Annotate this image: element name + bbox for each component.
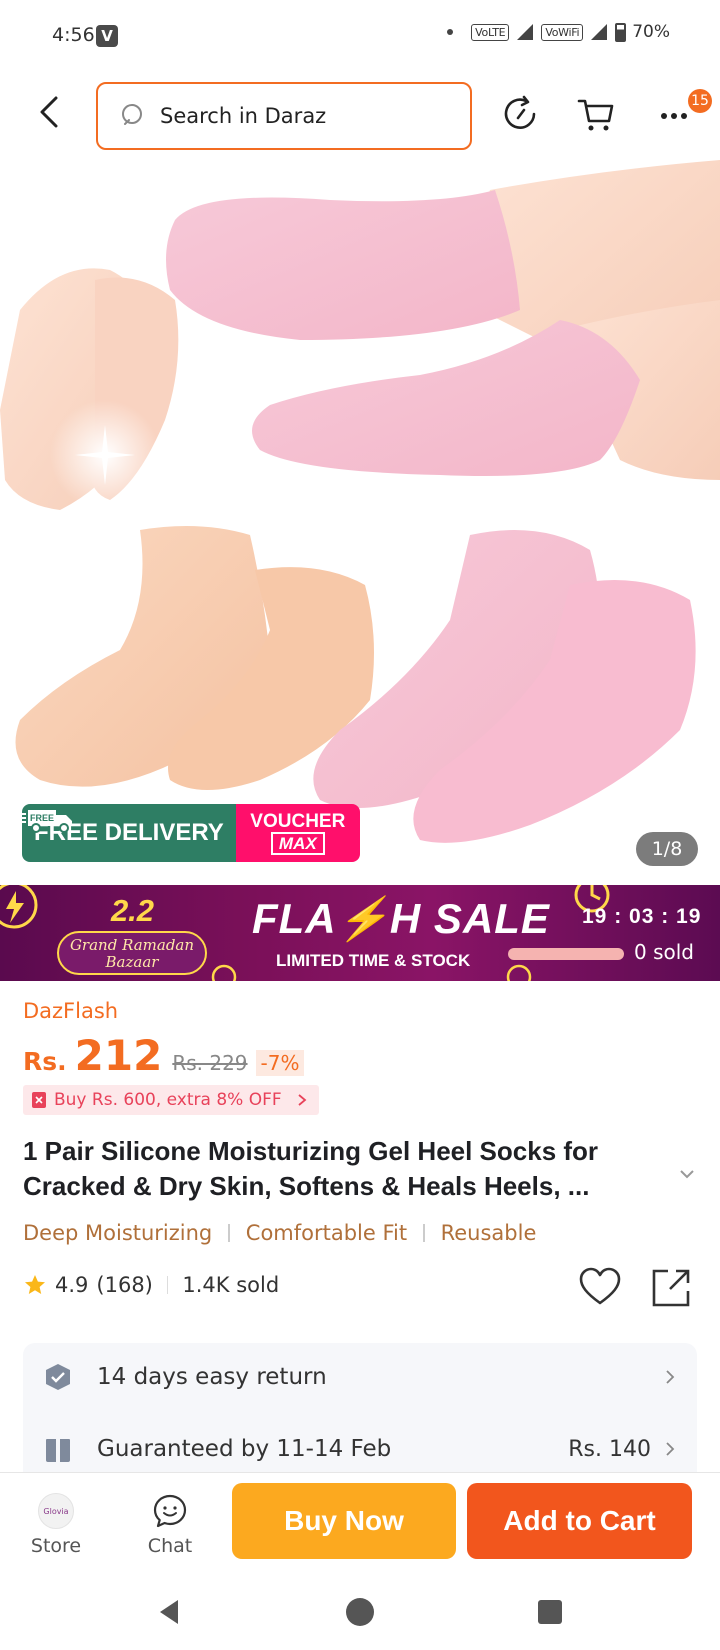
signal-icon	[591, 24, 608, 40]
truck-icon: FREE	[22, 810, 72, 833]
chat-label: Chat	[147, 1535, 193, 1557]
review-count: (168)	[96, 1273, 153, 1297]
feature-item: Reusable	[440, 1221, 537, 1245]
delivery-guarantee-text: Guaranteed by 11-14 Feb	[97, 1436, 392, 1462]
flash-sale-banner[interactable]: 2.2 Grand Ramadan Bazaar FLA⚡H SALE LIMI…	[0, 885, 720, 981]
volte-indicator: VoLTE	[471, 23, 510, 41]
sold-count: 0 sold	[634, 940, 694, 964]
feature-item: Deep Moisturizing	[23, 1221, 213, 1245]
sold-progress-bar	[508, 948, 624, 960]
star-icon	[25, 1275, 45, 1294]
store-button[interactable]: Glovia Store	[16, 1493, 96, 1557]
wishlist-heart-icon[interactable]	[578, 1267, 622, 1307]
flash-sale-subtitle: LIMITED TIME & STOCK	[276, 951, 471, 970]
status-time: 4:56	[52, 24, 95, 46]
feature-item: Comfortable Fit	[245, 1221, 408, 1245]
product-title[interactable]: 1 Pair Silicone Moisturizing Gel Heel So…	[23, 1134, 663, 1204]
free-text: FREE	[30, 813, 54, 823]
voucher-label: VOUCHER	[250, 810, 346, 832]
return-policy-action	[663, 1368, 677, 1386]
search-input[interactable]: Search in Daraz	[96, 82, 472, 150]
event-number: 2.2	[110, 893, 155, 928]
system-back-icon[interactable]	[154, 1596, 186, 1628]
product-image-gallery[interactable]: FREE FREE DELIVERY VOUCHER MAX 1/8	[0, 160, 720, 885]
system-home-icon[interactable]	[344, 1596, 376, 1628]
original-price: Rs. 229	[172, 1051, 248, 1075]
delivery-guarantee-row[interactable]: Guaranteed by 11-14 Feb Rs. 140	[23, 1419, 697, 1479]
voucher-max-label: MAX	[270, 831, 325, 855]
cart-icon[interactable]	[576, 94, 616, 134]
rating-row[interactable]: 4.9 (168) 1.4K sold	[23, 1273, 279, 1297]
search-icon	[122, 104, 142, 125]
chevron-right-icon	[666, 1370, 675, 1384]
chat-button[interactable]: Chat	[130, 1493, 210, 1557]
sold-count: 1.4K sold	[182, 1273, 280, 1297]
notification-badge: 15	[688, 89, 712, 113]
system-recents-icon[interactable]	[534, 1596, 566, 1628]
share-icon[interactable]	[650, 1267, 692, 1309]
feature-divider	[228, 1224, 230, 1242]
current-price: 212	[74, 1031, 163, 1080]
price-row: Rs. 212 Rs. 229 -7%	[23, 1031, 305, 1080]
chat-icon	[153, 1494, 187, 1528]
voucher-max-tag: VOUCHER MAX	[235, 804, 360, 862]
buy-now-button[interactable]: Buy Now	[232, 1483, 456, 1559]
store-logo: Glovia	[38, 1493, 74, 1529]
rating-value: 4.9	[55, 1273, 89, 1297]
event-name-line2: Bazaar	[105, 953, 159, 971]
store-label: Store	[30, 1535, 82, 1557]
clock-decoration-icon	[506, 964, 532, 981]
return-policy-text: 14 days easy return	[97, 1364, 327, 1390]
package-icon	[46, 1439, 70, 1462]
chevron-down-icon[interactable]	[676, 1163, 698, 1185]
event-name-line1: Grand Ramadan	[69, 936, 195, 954]
battery-percent: 70%	[632, 22, 670, 42]
search-placeholder: Search in Daraz	[160, 104, 327, 128]
refresh-history-icon[interactable]	[500, 94, 540, 134]
free-delivery-tag: FREE FREE DELIVERY	[22, 804, 236, 862]
vowifi-indicator: VoWiFi	[541, 23, 584, 41]
delivery-fee: Rs. 140	[568, 1437, 677, 1462]
notification-dot-icon	[447, 29, 454, 35]
clock-bolt-decoration-icon	[0, 885, 38, 929]
event-name-pill: Grand Ramadan Bazaar	[57, 931, 207, 975]
product-image	[0, 160, 720, 843]
return-policy-row[interactable]: 14 days easy return	[23, 1347, 697, 1407]
promo-text: Buy Rs. 600, extra 8% OFF	[54, 1090, 282, 1110]
battery-icon	[615, 22, 627, 42]
back-arrow-icon[interactable]	[30, 92, 70, 132]
signal-icon	[517, 24, 534, 40]
feature-highlights: Deep Moisturizing Comfortable Fit Reusab…	[23, 1221, 536, 1245]
grand-ramadan-bazaar-logo: 2.2 Grand Ramadan Bazaar	[55, 893, 210, 975]
flash-sale-countdown: 19 : 03 : 19	[582, 905, 702, 928]
clock-decoration-icon	[211, 964, 237, 981]
discount-badge: -7%	[255, 1050, 305, 1076]
bundle-promo-chip[interactable]: Buy Rs. 600, extra 8% OFF	[23, 1085, 319, 1115]
image-page-counter: 1/8	[636, 832, 698, 866]
add-to-cart-button[interactable]: Add to Cart	[467, 1483, 692, 1559]
service-card: 14 days easy return Guaranteed by 11-14 …	[23, 1343, 697, 1483]
campaign-tag: DazFlash	[23, 999, 119, 1023]
voucher-icon	[32, 1092, 46, 1108]
bottom-action-bar: Glovia Store Chat Buy Now Add to Cart	[0, 1472, 720, 1572]
rating-divider	[166, 1276, 169, 1294]
price-currency: Rs.	[23, 1047, 67, 1076]
system-navigation-bar	[0, 1572, 720, 1650]
shield-check-icon	[46, 1364, 70, 1390]
feature-divider	[423, 1224, 425, 1242]
chevron-right-icon	[666, 1442, 675, 1456]
free-delivery-voucher-badge: FREE FREE DELIVERY VOUCHER MAX	[22, 804, 360, 862]
top-header: Search in Daraz 15	[0, 78, 720, 150]
flash-sale-title: FLA⚡H SALE	[252, 895, 550, 942]
status-bar: 4:56 V VoLTE VoWiFi 70%	[0, 0, 720, 72]
delivery-fee-value: Rs. 140	[568, 1436, 651, 1462]
status-indicators: VoLTE VoWiFi 70%	[447, 22, 670, 42]
status-notification-icon: V	[96, 25, 118, 47]
chevron-right-icon	[298, 1094, 307, 1106]
